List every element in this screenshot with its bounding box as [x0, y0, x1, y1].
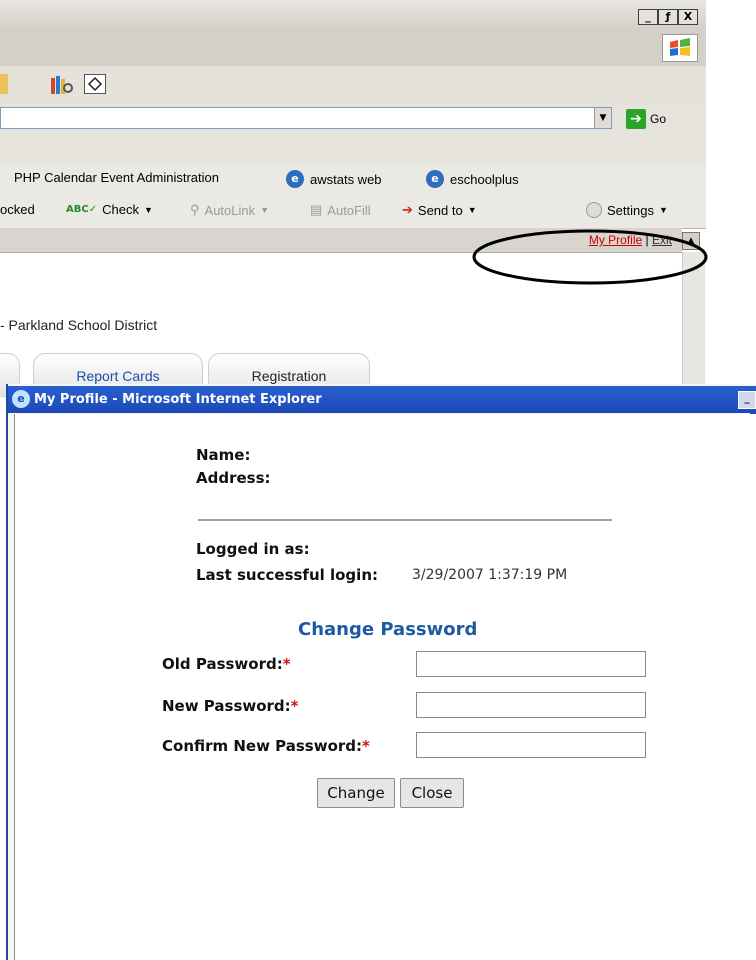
- send-arrow-icon: ➔: [402, 202, 413, 217]
- link-label: PHP Calendar Event Administration: [14, 170, 219, 185]
- link-eschoolplus[interactable]: e eschoolplus: [426, 170, 519, 188]
- go-label: Go: [650, 112, 667, 126]
- old-password-field[interactable]: [416, 651, 646, 677]
- popup-blocked-button[interactable]: ocked: [0, 202, 35, 217]
- spellcheck-icon: ABC✓: [66, 204, 98, 215]
- folder-icon[interactable]: [0, 74, 8, 94]
- windows-logo-icon: [662, 34, 698, 62]
- popup-body: [14, 414, 756, 960]
- close-button[interactable]: X: [678, 9, 698, 25]
- divider: [198, 519, 612, 521]
- minimize-button[interactable]: _: [738, 391, 756, 409]
- ie-page-icon: e: [286, 170, 304, 188]
- autolink-button[interactable]: ⚲ AutoLink ▼: [190, 202, 269, 218]
- address-bar: ▼ ➔ Go: [0, 102, 706, 139]
- toolbar-spacer: [0, 138, 706, 165]
- go-arrow-icon: ➔: [626, 109, 646, 129]
- change-password-title: Change Password: [298, 619, 478, 640]
- restore-button[interactable]: ƒ: [658, 9, 678, 25]
- last-login-value: 3/29/2007 1:37:19 PM: [412, 567, 568, 583]
- send-to-button[interactable]: ➔ Send to ▼: [402, 202, 477, 218]
- link-label: awstats web: [310, 171, 382, 187]
- label-text: New Password:: [162, 697, 291, 715]
- link-label: eschoolplus: [450, 171, 519, 187]
- browser-titlebar: _ ƒ X: [0, 0, 706, 30]
- confirm-password-field[interactable]: [416, 732, 646, 758]
- address-label: Address:: [196, 469, 271, 487]
- new-password-field[interactable]: [416, 692, 646, 718]
- required-marker: *: [290, 697, 299, 715]
- label-text: Confirm New Password:: [162, 737, 363, 755]
- close-button[interactable]: Close: [400, 778, 464, 808]
- links-bar: PHP Calendar Event Administration e awst…: [0, 164, 706, 193]
- new-password-label: New Password:*: [162, 697, 299, 715]
- check-label: Check: [102, 202, 139, 217]
- popup-title: My Profile - Microsoft Internet Explorer: [34, 392, 322, 407]
- standard-toolbar: [0, 66, 706, 103]
- media-icon[interactable]: [84, 74, 106, 94]
- annotation-ellipse: [472, 229, 708, 285]
- window-controls: _ ƒ X: [638, 9, 698, 25]
- chevron-down-icon[interactable]: ▼: [594, 108, 611, 128]
- history-icon[interactable]: [50, 74, 73, 94]
- name-label: Name:: [196, 446, 251, 464]
- link-awstats[interactable]: e awstats web: [286, 170, 382, 188]
- chevron-down-icon: ▼: [143, 204, 153, 215]
- ie-page-icon: e: [426, 170, 444, 188]
- logged-in-label: Logged in as:: [196, 540, 310, 558]
- autofill-label: AutoFill: [327, 202, 371, 218]
- required-marker: *: [362, 737, 370, 755]
- last-login-label: Last successful login:: [196, 566, 378, 584]
- address-input[interactable]: [0, 107, 612, 129]
- autolink-label: AutoLink: [204, 202, 256, 218]
- menu-bar: [0, 30, 706, 67]
- sendto-label: Send to: [417, 202, 463, 218]
- change-button[interactable]: Change: [317, 778, 395, 808]
- spell-check-button[interactable]: ABC✓ Check ▼: [66, 202, 153, 217]
- chevron-down-icon: ▼: [260, 205, 270, 215]
- popup-titlebar: e My Profile - Microsoft Internet Explor…: [8, 386, 756, 413]
- blocked-label: ocked: [0, 202, 35, 217]
- confirm-password-label: Confirm New Password:*: [162, 737, 370, 755]
- minimize-button[interactable]: _: [638, 9, 658, 25]
- ie-icon: e: [12, 390, 30, 408]
- required-marker: *: [282, 655, 291, 673]
- old-password-label: Old Password:*: [162, 655, 291, 673]
- label-text: Old Password:: [162, 655, 283, 673]
- wand-icon: ⚲: [190, 202, 200, 217]
- district-name: - Parkland School District: [0, 317, 158, 333]
- link-php-calendar[interactable]: PHP Calendar Event Administration: [14, 170, 219, 185]
- go-button[interactable]: ➔ Go: [626, 109, 666, 129]
- form-icon: ▤: [310, 202, 323, 217]
- autofill-button[interactable]: ▤ AutoFill: [310, 202, 371, 218]
